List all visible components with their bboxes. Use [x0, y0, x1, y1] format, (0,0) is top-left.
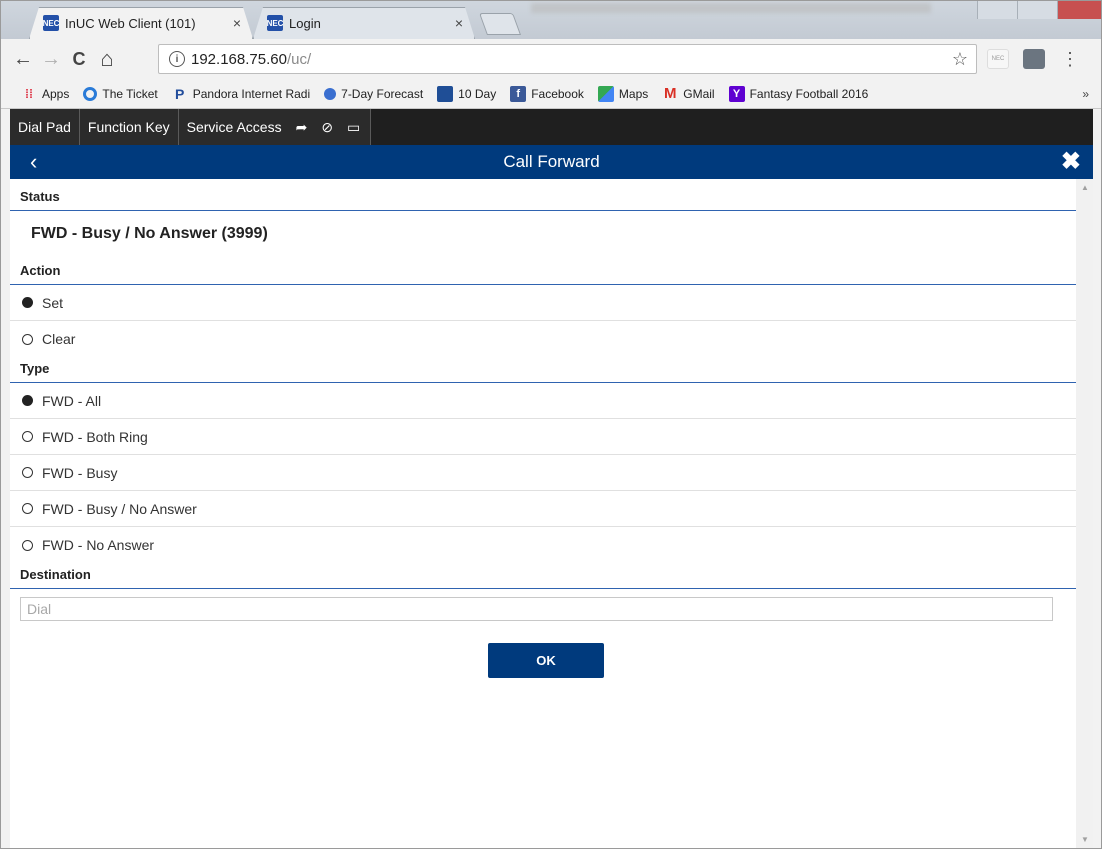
call-forward-form: Status FWD - Busy / No Answer (3999) Act…	[10, 179, 1076, 848]
maximize-button[interactable]	[1017, 1, 1057, 19]
app-nav-bar: Dial Pad Function Key Service Access ➦ ⊘…	[10, 109, 1093, 145]
info-icon[interactable]: i	[169, 51, 185, 67]
nec-favicon-icon: NEC	[267, 15, 283, 31]
nav-function-key[interactable]: Function Key	[80, 109, 179, 145]
forward-arrow-icon[interactable]: →	[37, 48, 65, 71]
tab-login[interactable]: NEC Login ×	[253, 7, 475, 39]
call-forward-icon[interactable]: ➦	[296, 119, 308, 136]
type-section-label: Type	[10, 357, 1076, 383]
action-option-set[interactable]: Set	[10, 285, 1076, 321]
destination-section-label: Destination	[10, 563, 1076, 589]
bookmark-10-day[interactable]: 10 Day	[437, 85, 496, 102]
tab-strip: NEC InUC Web Client (101) × NEC Login ×	[1, 1, 1101, 39]
bookmark-facebook[interactable]: f Facebook	[510, 85, 584, 102]
window-close-button[interactable]	[1057, 1, 1101, 19]
url-host: 192.168.75.60	[191, 50, 287, 68]
nav-service-access-group: Service Access ➦ ⊘ ▭	[179, 109, 372, 145]
weather-icon	[324, 87, 337, 100]
bookmark-maps[interactable]: Maps	[597, 85, 648, 102]
yahoo-icon: Y	[728, 85, 745, 102]
back-chevron-icon[interactable]: ‹	[30, 149, 37, 175]
scrollbar[interactable]: ▲ ▼	[1076, 179, 1093, 848]
maps-icon	[597, 85, 614, 102]
type-option-fwd-busy[interactable]: FWD - Busy	[10, 455, 1076, 491]
ticket-icon	[83, 86, 98, 101]
tab-close-icon[interactable]: ×	[455, 15, 463, 31]
weather-channel-icon	[437, 85, 454, 102]
tab-title: InUC Web Client (101)	[65, 15, 196, 31]
minimize-button[interactable]	[977, 1, 1017, 19]
computer-icon[interactable]: ▭	[347, 119, 360, 136]
ok-button[interactable]: OK	[488, 643, 604, 678]
reload-icon[interactable]: C	[65, 49, 93, 70]
browser-window: NEC InUC Web Client (101) × NEC Login × …	[0, 0, 1102, 849]
type-option-fwd-all[interactable]: FWD - All	[10, 383, 1076, 419]
home-icon[interactable]: ⌂	[93, 46, 121, 72]
browser-toolbar: ← → C ⌂ i 192.168.75.60 /uc/ ☆ NEC ⋮	[1, 39, 1101, 79]
tab-inuc-web-client[interactable]: NEC InUC Web Client (101) ×	[29, 7, 253, 39]
close-icon[interactable]: ✖	[1061, 147, 1081, 176]
radio-unselected-icon	[22, 503, 33, 514]
tab-title: Login	[289, 15, 321, 31]
nav-dial-pad[interactable]: Dial Pad	[10, 109, 80, 145]
bookmark-fantasy-football[interactable]: Y Fantasy Football 2016	[728, 85, 868, 102]
bookmark-gmail[interactable]: M GMail	[662, 85, 715, 102]
nec-favicon-icon: NEC	[43, 15, 59, 31]
pandora-icon: P	[175, 85, 185, 102]
destination-input[interactable]	[20, 597, 1053, 621]
action-option-clear[interactable]: Clear	[10, 321, 1076, 357]
nec-extension-icon[interactable]: NEC	[987, 49, 1009, 69]
radio-unselected-icon	[22, 467, 33, 478]
scroll-up-icon[interactable]: ▲	[1081, 183, 1089, 192]
tab-close-icon[interactable]: ×	[233, 15, 241, 31]
url-path: /uc/	[286, 50, 312, 68]
radio-selected-icon	[22, 395, 33, 406]
window-controls	[977, 1, 1101, 19]
gmail-icon: M	[664, 85, 677, 102]
address-bar[interactable]: i 192.168.75.60 /uc/ ☆	[158, 44, 977, 74]
radio-selected-icon	[22, 297, 33, 308]
nav-service-access[interactable]: Service Access	[187, 119, 282, 135]
radio-unselected-icon	[22, 431, 33, 442]
type-option-fwd-both-ring[interactable]: FWD - Both Ring	[10, 419, 1076, 455]
do-not-disturb-icon[interactable]: ⊘	[321, 119, 333, 136]
bookmark-apps[interactable]: ⁞⁞ Apps	[21, 86, 69, 102]
action-section-label: Action	[10, 263, 1076, 285]
status-value: FWD - Busy / No Answer (3999)	[31, 225, 268, 242]
page-header: ‹ Call Forward ✖	[10, 145, 1093, 179]
scroll-down-icon[interactable]: ▼	[1081, 835, 1089, 844]
bookmark-7-day-forecast[interactable]: 7-Day Forecast	[324, 87, 423, 101]
new-tab-button[interactable]	[478, 13, 522, 35]
bookmark-star-icon[interactable]: ☆	[952, 49, 968, 70]
bookmarks-bar: ⁞⁞ Apps The Ticket P Pandora Internet Ra…	[1, 79, 1101, 109]
page-title: Call Forward	[503, 152, 600, 171]
web-client-page: Dial Pad Function Key Service Access ➦ ⊘…	[10, 109, 1093, 848]
type-option-fwd-no-answer[interactable]: FWD - No Answer	[10, 527, 1076, 563]
bookmark-the-ticket[interactable]: The Ticket	[83, 86, 158, 101]
back-arrow-icon[interactable]: ←	[9, 48, 37, 71]
radio-unselected-icon	[22, 333, 33, 345]
chrome-menu-icon[interactable]: ⋮	[1059, 49, 1081, 69]
status-section-label: Status	[10, 179, 1076, 211]
type-option-fwd-busy-no-answer[interactable]: FWD - Busy / No Answer	[10, 491, 1076, 527]
apps-grid-icon: ⁞⁞	[25, 86, 33, 101]
bookmark-pandora[interactable]: P Pandora Internet Radi	[172, 86, 310, 102]
more-bookmarks-icon[interactable]: »	[1082, 87, 1089, 101]
facebook-icon: f	[510, 85, 527, 102]
radio-unselected-icon	[22, 539, 33, 551]
extension-icon[interactable]	[1023, 49, 1045, 69]
